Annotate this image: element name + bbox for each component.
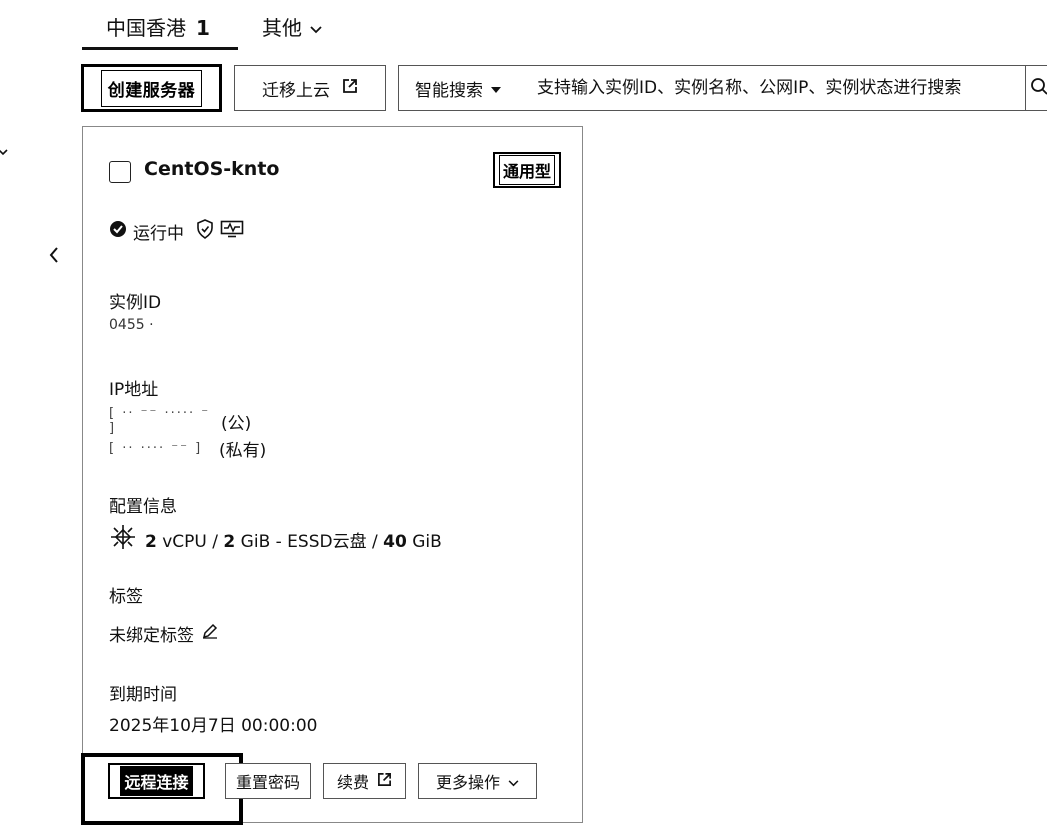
tab-hong-kong-count: 1 <box>196 16 210 40</box>
create-server-button[interactable]: 创建服务器 <box>81 64 222 112</box>
config-row: 2 vCPU / 2 GiB - ESSD云盘 / 40 GiB <box>109 523 442 556</box>
create-server-label: 创建服务器 <box>100 69 203 107</box>
status-row: 运行中 <box>109 219 244 244</box>
centos-logo-icon <box>109 523 137 556</box>
chevron-down-icon <box>508 772 519 791</box>
reset-password-label: 重置密码 <box>235 773 300 792</box>
config-cpu: 2 <box>145 532 157 552</box>
chevron-left-icon[interactable] <box>48 246 60 268</box>
reset-password-button[interactable]: 重置密码 <box>225 763 311 799</box>
tab-hong-kong[interactable]: 中国香港 1 <box>106 12 210 41</box>
search-button[interactable] <box>1025 66 1047 110</box>
tags-label: 标签 <box>109 587 143 607</box>
public-ip-row: [ ·· ⁻⁻ ····· ⁻ ] (公) <box>109 406 251 436</box>
instance-name[interactable]: CentOS-knto <box>144 158 279 180</box>
private-ip-row: [ ·· ···· ⁻⁻ ] (私有) <box>109 436 266 461</box>
migrate-label: 迁移上云 <box>262 80 330 101</box>
smart-search-bar: 智能搜索 <box>398 65 1047 111</box>
instance-card: CentOS-knto 通用型 运行中 实例ID 0455 · IP地址 [ ·… <box>82 126 583 823</box>
tab-other-label: 其他 <box>262 16 302 40</box>
status-text: 运行中 <box>133 224 184 244</box>
tags-value: 未绑定标签 <box>109 626 194 646</box>
edit-pencil-icon[interactable] <box>202 623 218 644</box>
config-mem-unit: GiB - ESSD云盘 / <box>235 532 384 552</box>
tab-other[interactable]: 其他 <box>262 12 322 41</box>
monitor-icon[interactable] <box>220 220 244 243</box>
remote-connect-button[interactable]: 远程连接 <box>108 763 205 799</box>
more-actions-button[interactable]: 更多操作 <box>418 763 537 799</box>
expire-label: 到期时间 <box>109 685 177 705</box>
config-mem: 2 <box>223 532 236 552</box>
shield-icon[interactable] <box>196 219 214 244</box>
migrate-to-cloud-button[interactable]: 迁移上云 <box>234 65 386 111</box>
ip-address-label: IP地址 <box>109 380 159 400</box>
config-disk-unit: GiB <box>406 532 442 552</box>
caret-down-icon <box>491 78 501 98</box>
instance-checkbox[interactable] <box>109 161 131 183</box>
chevron-down-icon <box>310 15 322 39</box>
instance-type-label: 通用型 <box>498 155 555 185</box>
active-tab-indicator <box>82 47 238 50</box>
private-ip-redacted: [ ·· ···· ⁻⁻ ] <box>109 441 203 456</box>
more-actions-label: 更多操作 <box>435 773 500 792</box>
search-type-dropdown[interactable]: 智能搜索 <box>399 76 533 101</box>
instance-id-label: 实例ID <box>109 293 162 313</box>
config-disk: 40 <box>383 532 407 552</box>
instance-id-value: 0455 · <box>109 317 154 329</box>
tab-hong-kong-label: 中国香港 <box>106 16 186 40</box>
check-circle-icon <box>109 220 127 243</box>
search-type-label: 智能搜索 <box>415 80 483 101</box>
private-ip-suffix: (私有) <box>219 441 267 461</box>
public-ip-redacted: [ ·· ⁻⁻ ····· ⁻ ] <box>109 406 211 436</box>
public-ip-suffix: (公) <box>221 413 252 434</box>
tags-row: 未绑定标签 <box>109 621 218 646</box>
expire-value: 2025年10月7日 00:00:00 <box>109 716 318 736</box>
config-label: 配置信息 <box>109 497 177 517</box>
renew-label: 续费 <box>336 773 369 792</box>
search-input[interactable] <box>535 77 1029 99</box>
external-link-icon <box>377 772 392 791</box>
config-cpu-unit: vCPU / <box>156 532 224 552</box>
remote-connect-label: 远程连接 <box>120 766 193 796</box>
chevron-down-icon[interactable] <box>0 142 8 161</box>
renew-button[interactable]: 续费 <box>323 763 406 799</box>
instance-type-badge: 通用型 <box>493 152 561 188</box>
search-icon <box>1030 77 1047 99</box>
external-link-icon <box>342 78 358 99</box>
